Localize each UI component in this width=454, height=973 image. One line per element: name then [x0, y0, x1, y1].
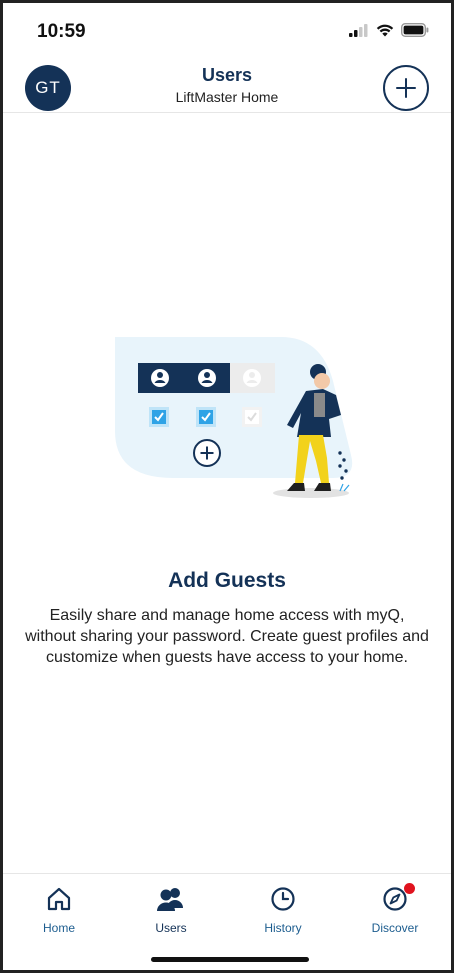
home-icon [44, 884, 74, 914]
users-icon [156, 884, 186, 914]
empty-state-title: Add Guests [168, 569, 286, 592]
nav-label-users: Users [155, 921, 187, 935]
clock-icon [268, 884, 298, 914]
notification-badge [404, 883, 415, 894]
nav-label-history: History [264, 921, 302, 935]
add-guests-illustration [115, 337, 353, 498]
status-bar: 10:59 [3, 3, 451, 61]
wifi-icon [376, 24, 394, 37]
empty-state-description: Easily share and manage home access with… [25, 607, 429, 666]
battery-icon [401, 23, 429, 37]
plus-icon [396, 78, 416, 98]
nav-tab-home[interactable]: Home [3, 874, 115, 970]
phone-screen: 10:59 GT Users LiftMaster Home Add Guest… [0, 0, 454, 973]
home-indicator [151, 957, 309, 962]
add-user-button[interactable] [383, 65, 429, 111]
app-header: GT Users LiftMaster Home [3, 61, 451, 113]
status-time: 10:59 [37, 21, 86, 42]
nav-tab-discover[interactable]: Discover [339, 874, 451, 970]
status-icons [349, 23, 429, 37]
cellular-signal-icon [349, 23, 368, 37]
nav-label-home: Home [42, 921, 75, 935]
nav-label-discover: Discover [371, 921, 419, 935]
